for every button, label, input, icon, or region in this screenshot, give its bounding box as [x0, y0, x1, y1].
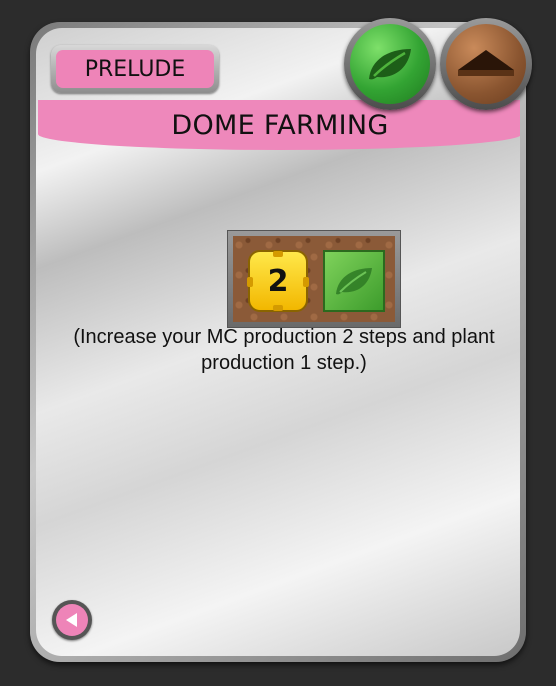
- back-arrow-icon: [66, 613, 77, 627]
- megacredit-amount: 2: [267, 263, 289, 299]
- leaf-icon: [336, 268, 372, 295]
- card-title-banner: DOME FARMING: [38, 100, 520, 150]
- card-face: PRELUDE DOME FARMING 2 (Increase your MC…: [36, 28, 520, 656]
- card-type-label: PRELUDE: [56, 50, 214, 88]
- building-tag: [440, 18, 532, 110]
- production-box: 2: [227, 230, 401, 328]
- back-button[interactable]: [52, 600, 92, 640]
- plant-resource-icon: [323, 250, 385, 312]
- production-background: 2: [233, 236, 395, 322]
- plant-tag: [344, 18, 436, 110]
- project-card[interactable]: PRELUDE DOME FARMING 2 (Increase your MC…: [30, 22, 526, 662]
- megacredit-icon: 2: [247, 250, 309, 312]
- card-description: (Increase your MC production 2 steps and…: [73, 326, 495, 374]
- building-icon: [458, 50, 514, 76]
- card-type-tag: PRELUDE: [51, 45, 219, 93]
- leaf-icon: [369, 49, 411, 80]
- card-title: DOME FARMING: [171, 109, 389, 141]
